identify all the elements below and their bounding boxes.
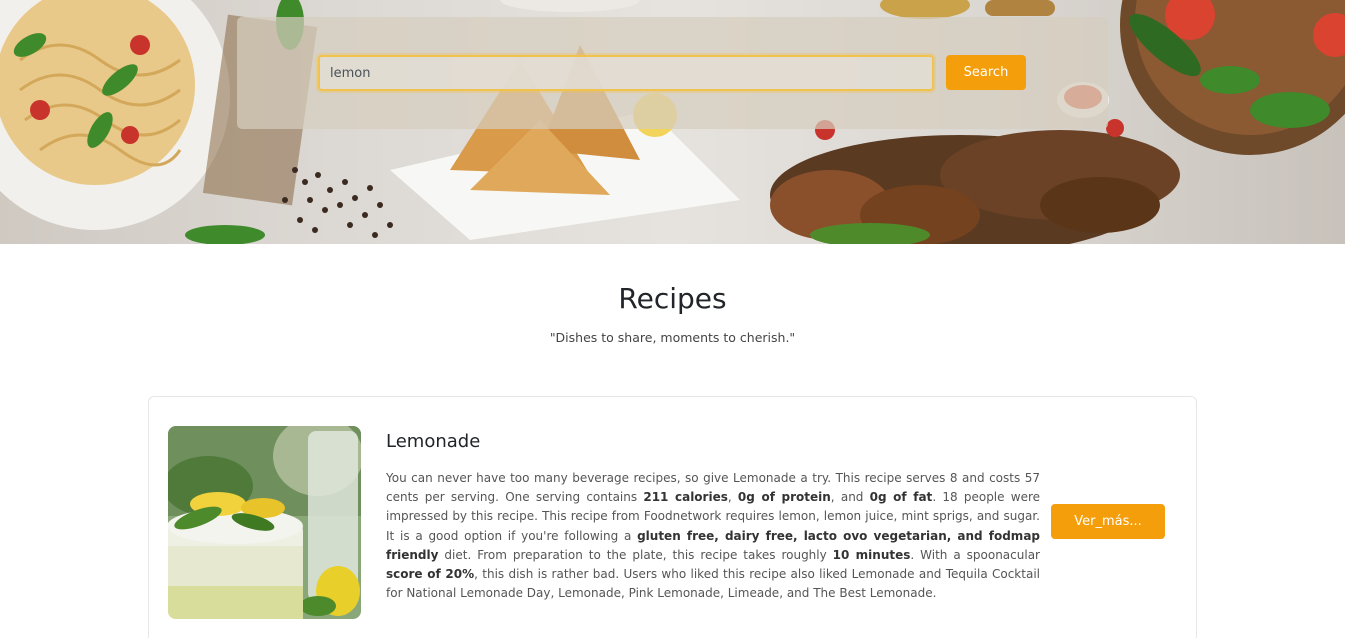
search-panel: Search: [237, 17, 1108, 129]
summary-text: diet. From preparation to the plate, thi…: [438, 547, 833, 562]
summary-text: . With a spoonacular: [910, 547, 1040, 562]
summary-highlight: 0g of fat: [869, 490, 933, 505]
recipe-title[interactable]: Lemonade: [386, 431, 480, 452]
page-subtitle: "Dishes to share, moments to cherish.": [549, 330, 796, 345]
search-button[interactable]: Search: [946, 55, 1026, 90]
see-more-button[interactable]: Ver_más...: [1051, 504, 1165, 539]
summary-highlight: 0g of protein: [737, 490, 831, 505]
summary-text: ,: [727, 490, 738, 505]
recipe-card: Lemonade You can never have too many bev…: [148, 396, 1197, 638]
summary-text: , and: [830, 490, 870, 505]
search-input[interactable]: [318, 55, 934, 91]
page-title: Recipes: [618, 282, 727, 315]
summary-highlight: 211 calories: [643, 490, 728, 505]
summary-text: , this dish is rather bad. Users who lik…: [386, 567, 1040, 601]
recipe-image: [168, 426, 361, 619]
recipe-summary: You can never have too many beverage rec…: [386, 469, 1040, 603]
hero-banner: Search: [0, 0, 1345, 244]
summary-highlight: 10 minutes: [832, 547, 911, 562]
summary-highlight: score of 20%: [386, 567, 475, 582]
